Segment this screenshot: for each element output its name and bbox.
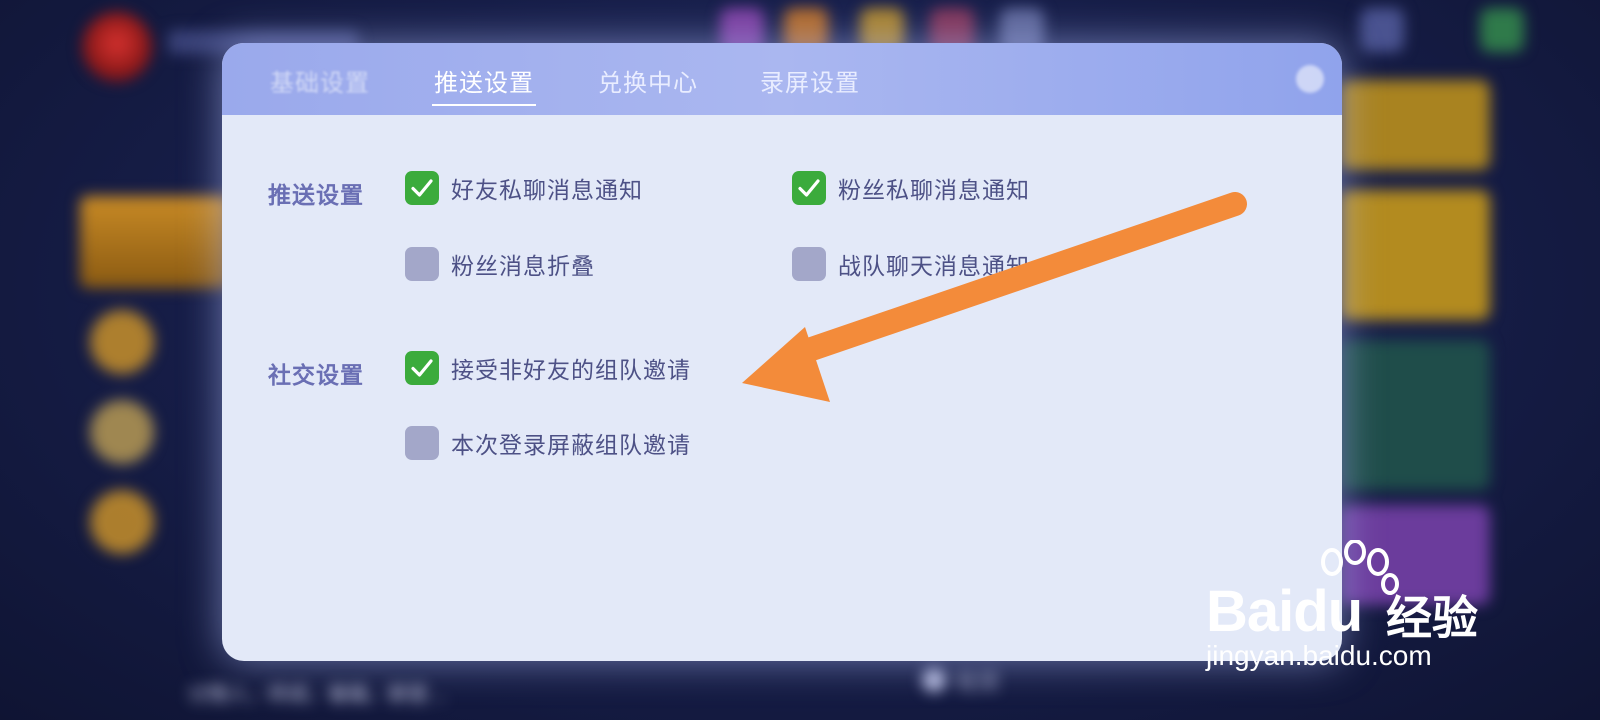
left-list-avatar [90, 400, 154, 464]
checkbox-unchecked[interactable] [405, 426, 439, 460]
close-button[interactable] [1296, 65, 1324, 93]
watermark-url: jingyan.baidu.com [1206, 640, 1432, 671]
tab-push-settings[interactable]: 推送设置 [432, 63, 536, 106]
watermark-suffix: 经验 [1386, 591, 1478, 645]
baidu-watermark: Baidu 经验 jingyan.baidu.com [1206, 540, 1496, 680]
option-label: 粉丝消息折叠 [451, 254, 595, 280]
top-icon [1480, 8, 1524, 52]
tab-recording-settings[interactable]: 录屏设置 [760, 63, 860, 98]
right-card [1340, 340, 1490, 490]
player-avatar [82, 12, 152, 82]
right-card [1340, 190, 1490, 320]
tab-basic-settings[interactable]: 基础设置 [270, 63, 370, 98]
checkbox-unchecked[interactable] [405, 247, 439, 281]
option-team-chat-msg[interactable]: 战队聊天消息通知 [792, 247, 1030, 281]
left-list-avatar [90, 310, 154, 374]
option-block-invites-this-login[interactable]: 本次登录屏蔽组队邀请 [405, 426, 691, 460]
checkbox-checked[interactable] [405, 351, 439, 385]
settings-dialog: 基础设置 推送设置 兑换中心 录屏设置 推送设置 好友私聊消息通知 粉丝私聊消息… [222, 43, 1342, 661]
checkbox-unchecked[interactable] [792, 247, 826, 281]
option-label: 粉丝私聊消息通知 [838, 178, 1030, 204]
option-label: 好友私聊消息通知 [451, 178, 643, 204]
social-icon [922, 668, 946, 692]
push-section-title: 推送设置 [268, 182, 364, 209]
checkmark-icon [411, 359, 433, 377]
option-fan-private-msg[interactable]: 粉丝私聊消息通知 [792, 171, 1030, 205]
option-accept-non-friend-invite[interactable]: 接受非好友的组队邀请 [405, 351, 691, 385]
checkmark-icon [798, 179, 820, 197]
dialog-tab-bar: 基础设置 推送设置 兑换中心 录屏设置 [222, 43, 1342, 115]
checkbox-checked[interactable] [792, 171, 826, 205]
social-section-title: 社交设置 [268, 362, 364, 389]
option-fan-msg-fold[interactable]: 粉丝消息折叠 [405, 247, 595, 281]
active-tab-underline [432, 104, 536, 106]
right-card [1340, 80, 1490, 170]
watermark-brand: Baidu [1206, 579, 1363, 644]
top-icon [1360, 8, 1404, 52]
option-label: 战队聊天消息通知 [838, 254, 1030, 280]
left-menu-button [80, 196, 230, 288]
left-list-avatar [90, 490, 154, 554]
tab-push-settings-label: 推送设置 [434, 69, 534, 97]
option-label: 接受非好友的组队邀请 [451, 358, 691, 384]
checkmark-icon [411, 179, 433, 197]
checkbox-checked[interactable] [405, 171, 439, 205]
option-label: 本次登录屏蔽组队邀请 [451, 433, 691, 459]
chat-preview-text: 讨情人，终成，眷属。群里… [188, 682, 448, 706]
social-button: 社交 [922, 664, 1000, 696]
option-friend-private-msg[interactable]: 好友私聊消息通知 [405, 171, 643, 205]
social-label: 社交 [956, 670, 1001, 695]
tab-redeem-center[interactable]: 兑换中心 [598, 63, 698, 98]
